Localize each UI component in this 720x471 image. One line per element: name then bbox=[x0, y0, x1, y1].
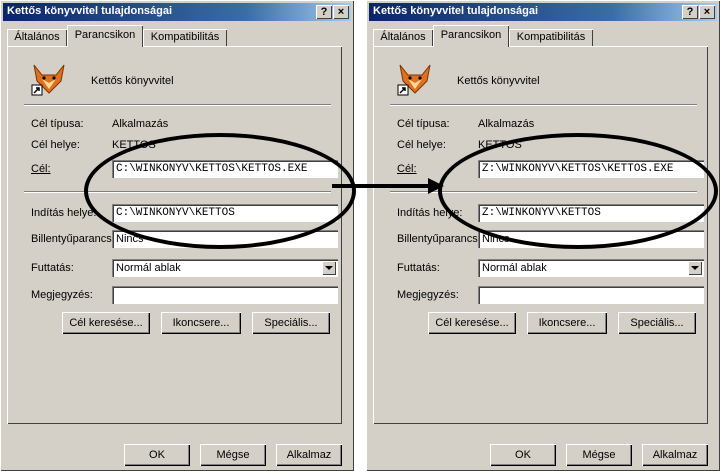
arrow-icon bbox=[332, 178, 444, 194]
